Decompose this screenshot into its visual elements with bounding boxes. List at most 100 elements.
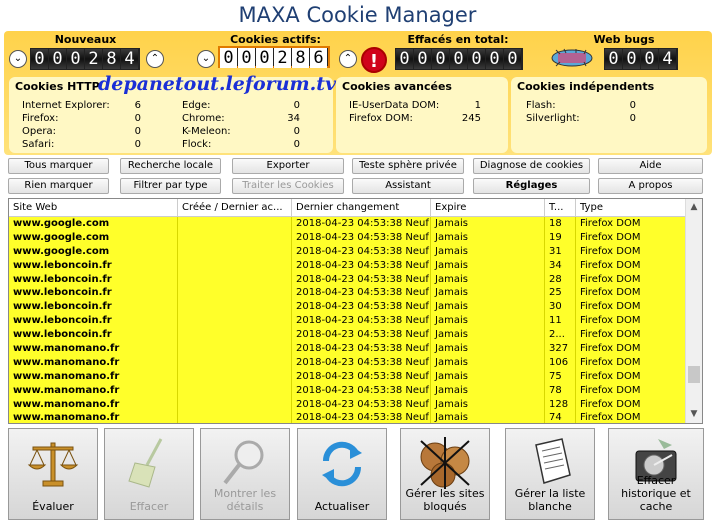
gerer-liste-blanche-button[interactable]: Gérer la liste blanche (505, 428, 595, 520)
table-cell: www.leboncoin.fr (9, 286, 178, 301)
table-cell: 2... (545, 328, 576, 343)
table-cell: 75 (545, 369, 576, 384)
actualiser-button[interactable]: Actualiser (297, 428, 387, 520)
counter-digit: 0 (67, 49, 84, 69)
table-row[interactable]: www.manomano.fr 2018-04-23 04:53:38 Neuf J… (9, 411, 687, 423)
table-cell (178, 217, 292, 231)
app-title: MAXA Cookie Manager (238, 3, 477, 27)
cookie-list-header: Site Web Créée / Dernier ac... Dernier c… (9, 199, 687, 217)
table-row[interactable]: www.leboncoin.fr 2018-04-23 04:53:38 Neuf… (9, 328, 687, 343)
filtrer-par-type-button[interactable]: Filtrer par type (120, 178, 221, 194)
table-cell: Jamais (431, 217, 545, 231)
assistant-button[interactable]: Assistant (352, 178, 464, 194)
table-cell: 25 (545, 286, 576, 301)
cookies-actifs-counter: 000286 (218, 46, 330, 68)
table-cell (178, 244, 292, 259)
traiter-cookies-button[interactable]: Traiter les Cookies (232, 178, 344, 194)
table-row[interactable]: www.leboncoin.fr 2018-04-23 04:53:38 Neuf… (9, 286, 687, 301)
table-cell: www.google.com (9, 244, 178, 259)
effacer-historique-button[interactable]: Effacer historique et cache (608, 428, 704, 520)
evaluer-label: Évaluer (32, 500, 74, 513)
magnifier-icon (223, 440, 264, 485)
teste-sphere-privee-button[interactable]: Teste sphère privée (352, 158, 464, 174)
scroll-down-icon[interactable]: ▼ (686, 406, 702, 422)
column-creee[interactable]: Créée / Dernier ac... (178, 199, 292, 217)
table-cell: Jamais (431, 328, 545, 343)
counter-digit: 0 (605, 49, 622, 69)
exporter-button[interactable]: Exporter (232, 158, 344, 174)
counter-digit: 4 (659, 49, 676, 69)
edge-label: Edge: (182, 100, 211, 111)
table-row[interactable]: www.manomano.fr 2018-04-23 04:53:38 Neuf J… (9, 355, 687, 370)
counter-digit: 0 (486, 49, 503, 69)
scroll-thumb[interactable] (688, 366, 700, 383)
nouveaux-cookies-counter: 000284 (30, 48, 140, 70)
warning-icon[interactable]: ! (361, 47, 387, 73)
effacer-button[interactable]: Effacer (104, 428, 194, 520)
table-cell: Jamais (431, 272, 545, 287)
kmeleon-label: K-Meleon: (182, 126, 231, 137)
a-propos-button[interactable]: A propos (598, 178, 703, 194)
scroll-up-icon[interactable]: ▲ (686, 199, 702, 215)
counter-digit: 2 (85, 49, 102, 69)
table-cell (178, 300, 292, 315)
table-cell: 2018-04-23 04:53:38 Neuf (292, 244, 431, 259)
cookie-list[interactable]: Site Web Créée / Dernier ac... Dernier c… (8, 198, 703, 424)
table-row[interactable]: www.leboncoin.fr 2018-04-23 04:53:38 Neuf… (9, 314, 687, 329)
montrer-details-button[interactable]: Montrer les détails (200, 428, 290, 520)
nouveaux-down-icon[interactable]: ⌄ (9, 50, 27, 68)
table-row[interactable]: www.leboncoin.fr 2018-04-23 04:53:38 Neuf… (9, 272, 687, 287)
table-row[interactable]: www.manomano.fr 2018-04-23 04:53:38 Neuf J… (9, 383, 687, 398)
table-row[interactable]: www.leboncoin.fr 2018-04-23 04:53:38 Neuf… (9, 300, 687, 315)
table-row[interactable]: www.google.com 2018-04-23 04:53:38 Neuf Ja… (9, 230, 687, 245)
tous-marquer-button[interactable]: Tous marquer (8, 158, 109, 174)
column-type[interactable]: Type (576, 199, 687, 217)
list-scrollbar[interactable]: ▲ ▼ (685, 199, 702, 423)
recherche-locale-button[interactable]: Recherche locale (120, 158, 221, 174)
table-row[interactable]: www.manomano.fr 2018-04-23 04:53:38 Neuf J… (9, 369, 687, 384)
actifs-down-icon[interactable]: ⌄ (197, 50, 215, 68)
table-cell: www.manomano.fr (9, 369, 178, 384)
reglages-button[interactable]: Réglages (473, 178, 590, 194)
table-cell: Firefox DOM (576, 244, 687, 259)
table-cell (178, 314, 292, 329)
table-cell (178, 355, 292, 370)
table-cell: 2018-04-23 04:53:38 Neuf (292, 355, 431, 370)
table-cell (178, 328, 292, 343)
table-cell: Firefox DOM (576, 314, 687, 329)
flash-label: Flash: (526, 100, 556, 111)
table-cell (178, 383, 292, 398)
table-row[interactable]: www.leboncoin.fr 2018-04-23 04:53:38 Neuf… (9, 258, 687, 273)
table-cell: 78 (545, 383, 576, 398)
table-row[interactable]: www.manomano.fr 2018-04-23 04:53:38 Neuf J… (9, 342, 687, 356)
table-row[interactable]: www.manomano.fr 2018-04-23 04:53:38 Neuf J… (9, 397, 687, 412)
counter-digit: 0 (256, 48, 273, 68)
rien-marquer-button[interactable]: Rien marquer (8, 178, 109, 194)
actifs-up-icon[interactable]: ⌃ (339, 50, 357, 68)
diagnose-cookies-button[interactable]: Diagnose de cookies (473, 158, 590, 174)
safari-label: Safari: (22, 139, 55, 150)
column-dernier-changement[interactable]: Dernier changement (292, 199, 431, 217)
table-cell: Jamais (431, 230, 545, 245)
table-cell: www.leboncoin.fr (9, 258, 178, 273)
column-taille[interactable]: T... (545, 199, 576, 217)
column-site-web[interactable]: Site Web (9, 199, 178, 217)
aide-button[interactable]: Aide (598, 158, 703, 174)
ie-value: 6 (134, 100, 141, 111)
opera-label: Opera: (22, 126, 56, 137)
table-cell: Jamais (431, 355, 545, 370)
table-cell: www.google.com (9, 217, 178, 231)
table-row[interactable]: www.google.com 2018-04-23 04:53:38 Neuf Ja… (9, 244, 687, 259)
evaluer-button[interactable]: Évaluer (8, 428, 98, 520)
scales-icon (27, 442, 79, 487)
counter-digit: 0 (49, 49, 66, 69)
column-expire[interactable]: Expire (431, 199, 545, 217)
http-left-values: 6 0 0 0 (121, 99, 141, 151)
counter-digit: 0 (414, 49, 431, 69)
table-cell: Firefox DOM (576, 258, 687, 273)
gerer-sites-bloques-button[interactable]: Gérer les sites bloqués (400, 428, 490, 520)
table-row[interactable]: www.google.com 2018-04-23 04:53:38 Neuf Ja… (9, 217, 687, 231)
nouveaux-up-icon[interactable]: ⌃ (146, 50, 164, 68)
table-cell: 11 (545, 314, 576, 329)
table-cell: Firefox DOM (576, 328, 687, 343)
